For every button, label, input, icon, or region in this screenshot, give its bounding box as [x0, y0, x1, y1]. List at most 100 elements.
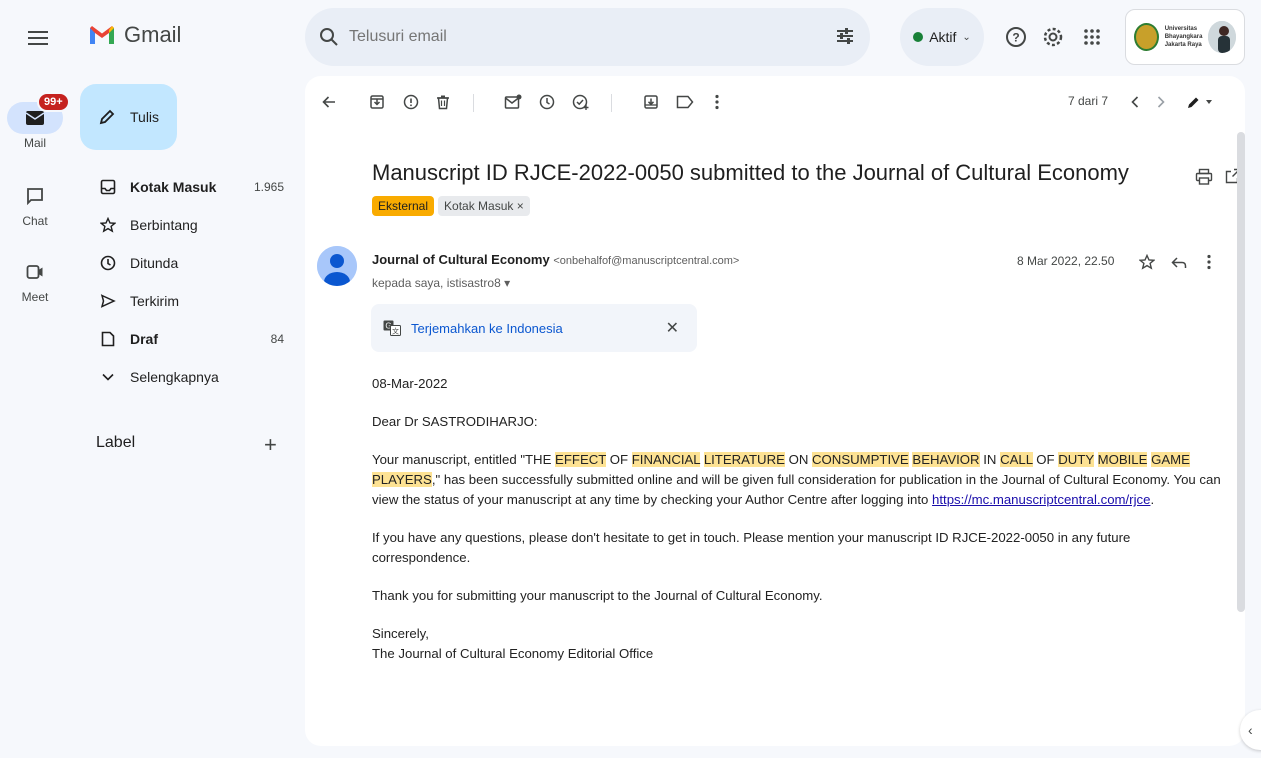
video-camera-icon — [26, 265, 43, 279]
settings-gear-icon[interactable] — [1040, 24, 1066, 50]
compose-button[interactable]: Tulis — [80, 84, 177, 150]
reply-arrow-icon[interactable] — [1171, 256, 1187, 274]
sender-info: Journal of Cultural Economy <onbehalfof@… — [372, 252, 739, 267]
label-tag-icon[interactable] — [675, 92, 695, 112]
search-bar[interactable] — [305, 8, 870, 66]
nav-item-snoozed[interactable]: Ditunda — [70, 244, 300, 282]
nav-count: 1.965 — [253, 180, 284, 194]
rail-item-chat[interactable]: Chat — [0, 180, 70, 228]
nav-label: Ditunda — [130, 255, 179, 271]
body-paragraph-1: Your manuscript, entitled "THE EFFECT OF… — [372, 450, 1222, 510]
highlight-word: GAME — [1151, 452, 1190, 467]
search-options-icon[interactable] — [834, 25, 856, 52]
account-switcher[interactable]: Universitas Bhayangkara Jakarta Raya — [1125, 9, 1245, 65]
organization-name: Universitas Bhayangkara Jakarta Raya — [1164, 26, 1203, 48]
snooze-clock-icon[interactable] — [537, 92, 557, 112]
labels-heading: Label — [96, 434, 136, 451]
newer-chevron-left-icon[interactable] — [1125, 92, 1145, 112]
close-icon[interactable]: ✕ — [666, 318, 679, 338]
archive-icon[interactable] — [367, 92, 387, 112]
more-vertical-icon[interactable] — [1207, 254, 1211, 275]
avatar[interactable] — [1208, 21, 1236, 53]
app-rail: 99+ Mail Chat Meet — [0, 76, 70, 758]
send-icon — [98, 291, 118, 311]
highlight-word: EFFECT — [555, 452, 607, 467]
draft-file-icon — [98, 329, 118, 349]
chat-icon — [27, 188, 43, 205]
search-icon[interactable] — [317, 25, 341, 49]
rail-item-meet[interactable]: Meet — [0, 256, 70, 304]
input-tools-pen-icon[interactable] — [1185, 92, 1215, 112]
highlight-word: LITERATURE — [703, 452, 785, 467]
nav-label: Terkirim — [130, 293, 179, 309]
body-text: . — [1150, 492, 1155, 507]
apps-grid-icon[interactable] — [1079, 24, 1105, 50]
gmail-logo[interactable]: Gmail — [88, 22, 181, 48]
nav-item-more[interactable]: Selengkapnya — [70, 358, 300, 396]
svg-text:文: 文 — [392, 327, 399, 336]
body-text: IN — [979, 452, 1001, 467]
message-date: 8 Mar 2022, 22.50 — [1017, 254, 1115, 268]
nav-item-inbox[interactable]: Kotak Masuk 1.965 — [70, 168, 300, 206]
status-selector[interactable]: Aktif ⌄ — [900, 8, 984, 66]
search-input[interactable] — [349, 28, 870, 46]
highlight-word: FINANCIAL — [631, 452, 701, 467]
mark-unread-icon[interactable] — [503, 92, 523, 112]
compose-label: Tulis — [130, 109, 160, 125]
rail-item-mail[interactable]: 99+ Mail — [0, 92, 70, 150]
add-to-tasks-icon[interactable] — [571, 92, 591, 112]
folder-nav: Kotak Masuk 1.965 Berbintang Ditunda Ter… — [70, 168, 300, 396]
rail-chat-label: Chat — [22, 214, 48, 228]
inbox-icon — [98, 177, 118, 197]
nav-label: Kotak Masuk — [130, 179, 217, 195]
delete-trash-icon[interactable] — [433, 92, 453, 112]
report-spam-icon[interactable] — [401, 92, 421, 112]
highlight-word: CALL — [1000, 452, 1033, 467]
email-subject: Manuscript ID RJCE-2022-0050 submitted t… — [372, 160, 1129, 185]
nav-item-starred[interactable]: Berbintang — [70, 206, 300, 244]
main-menu-icon[interactable] — [24, 24, 52, 52]
external-label-chip[interactable]: Eksternal — [372, 196, 435, 216]
move-to-icon[interactable] — [641, 92, 661, 112]
chevron-down-icon — [98, 367, 118, 387]
body-text: Your manuscript, entitled "THE — [372, 452, 556, 467]
star-icon — [98, 215, 118, 235]
toolbar-divider — [473, 94, 474, 112]
top-bar: Gmail Aktif ⌄ ? Universitas Bhayangkara … — [0, 0, 1261, 76]
scrollbar[interactable] — [1237, 132, 1245, 612]
translate-link[interactable]: Terjemahkan ke Indonesia — [411, 321, 563, 336]
nav-item-sent[interactable]: Terkirim — [70, 282, 300, 320]
nav-count: 84 — [270, 332, 284, 346]
body-greeting: Dear Dr SASTRODIHARJO: — [372, 414, 538, 429]
body-closing: Sincerely, — [372, 626, 429, 641]
body-date: 08-Mar-2022 — [372, 376, 448, 391]
print-icon[interactable] — [1195, 168, 1213, 191]
app-name: Gmail — [124, 22, 182, 47]
more-vertical-icon[interactable] — [707, 92, 727, 112]
add-label-icon[interactable]: + — [264, 432, 277, 458]
body-text: ON — [784, 452, 813, 467]
recipients-toggle[interactable]: kepada saya, istisastro8 ▾ — [372, 276, 510, 290]
nav-item-drafts[interactable]: Draf 84 — [70, 320, 300, 358]
body-paragraph-2: If you have any questions, please don't … — [372, 530, 1131, 565]
back-arrow-icon[interactable] — [319, 92, 339, 112]
manuscript-central-link[interactable]: https://mc.manuscriptcentral.com/rjce — [932, 492, 1150, 507]
status-label: Aktif — [929, 29, 957, 45]
sender-email: <onbehalfof@manuscriptcentral.com> — [553, 255, 740, 267]
body-signature: The Journal of Cultural Economy Editoria… — [372, 646, 654, 661]
highlight-word: PLAYERS — [372, 472, 432, 487]
email-body: 08-Mar-2022 Dear Dr SASTRODIHARJO: Your … — [372, 374, 1222, 664]
translate-bar: G文 Terjemahkan ke Indonesia ✕ — [371, 304, 697, 352]
inbox-label-chip[interactable]: Kotak Masuk × — [438, 196, 530, 216]
nav-label: Berbintang — [130, 217, 198, 233]
nav-label: Draf — [130, 331, 159, 347]
star-icon[interactable] — [1138, 253, 1156, 275]
sender-avatar[interactable] — [317, 246, 357, 286]
gmail-m-icon — [90, 26, 114, 44]
chevron-down-icon: ⌄ — [962, 31, 971, 43]
older-chevron-right-icon[interactable] — [1151, 92, 1171, 112]
help-icon[interactable]: ? — [1003, 24, 1029, 50]
sender-name[interactable]: Journal of Cultural Economy — [372, 252, 550, 267]
highlight-word: BEHAVIOR — [912, 452, 980, 467]
message-view: 7 dari 7 Manuscript ID RJCE-2022-0050 su… — [305, 76, 1245, 746]
